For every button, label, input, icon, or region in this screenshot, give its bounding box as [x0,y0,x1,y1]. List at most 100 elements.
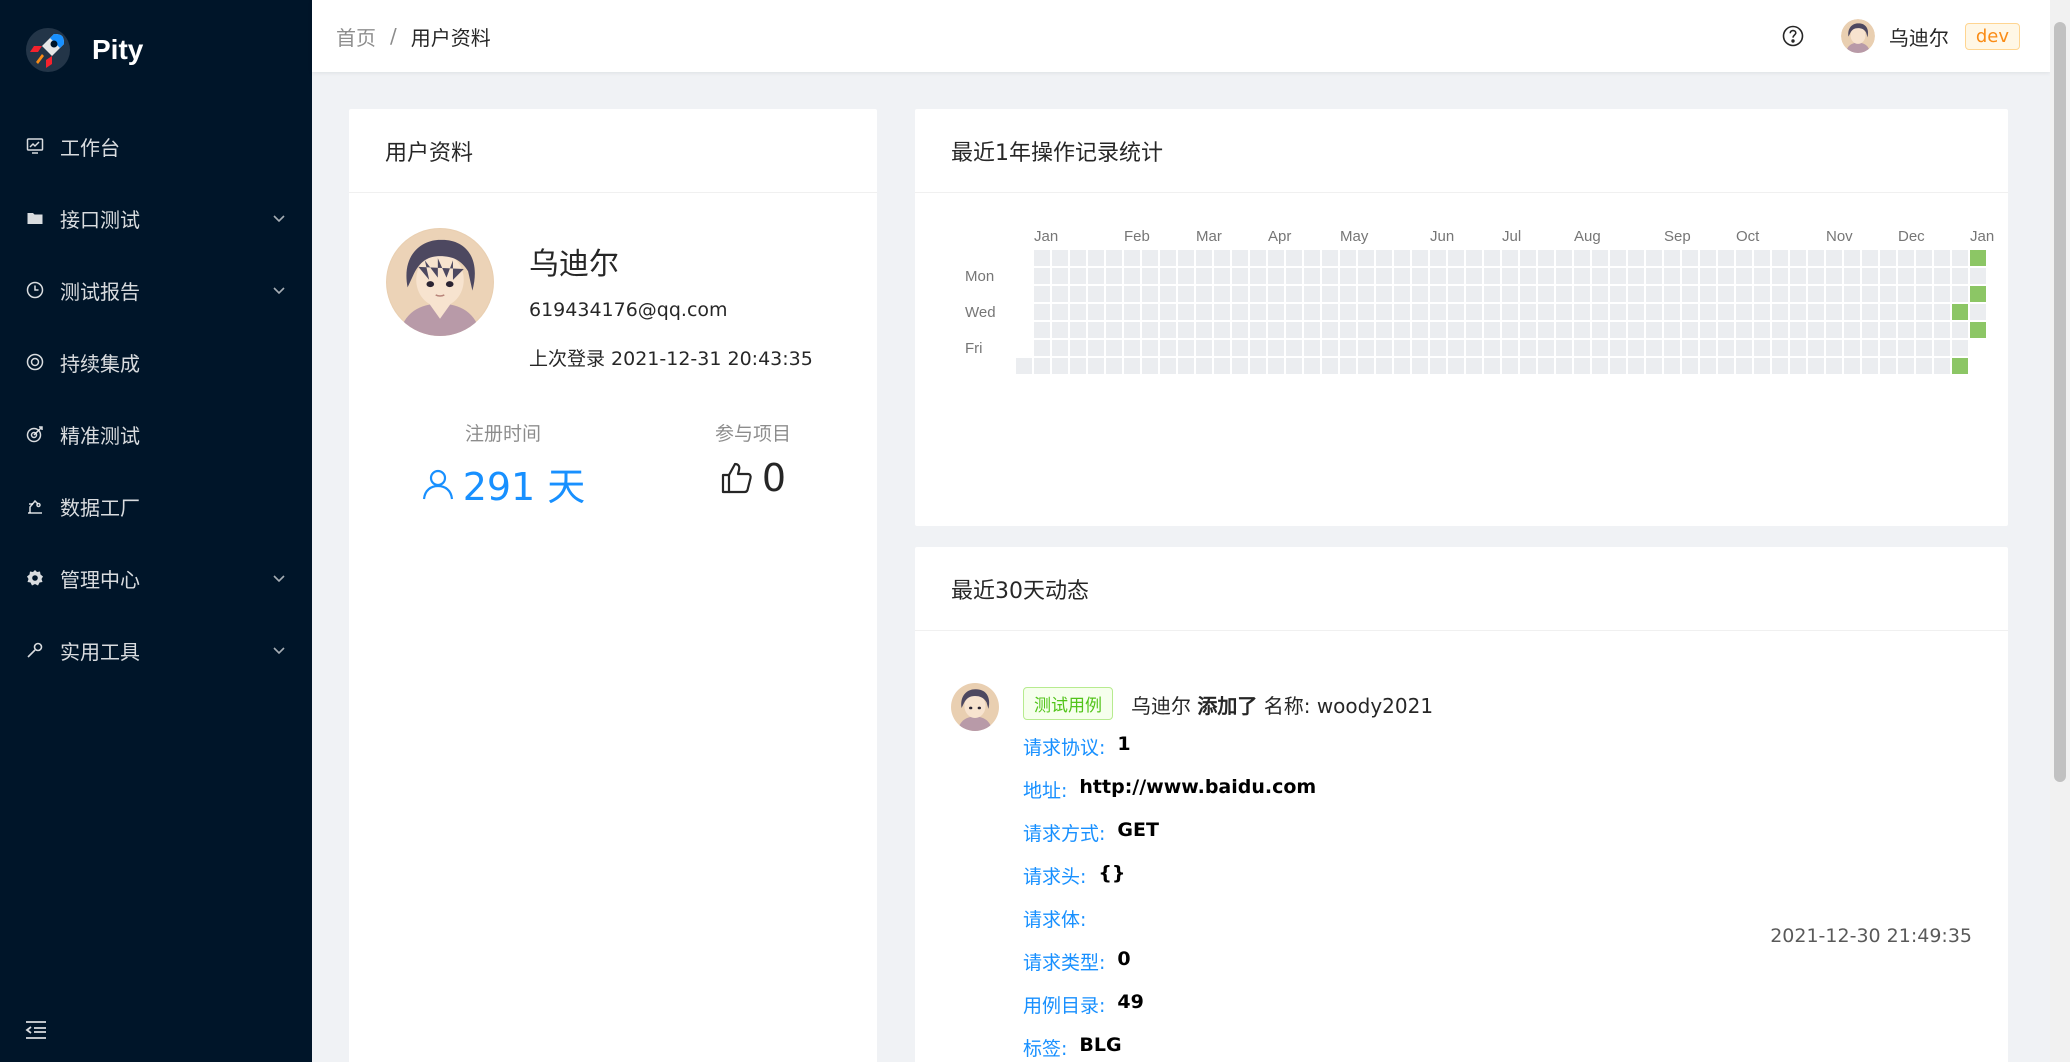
heatmap-cell[interactable] [1664,340,1680,356]
heatmap-cell[interactable] [1808,268,1824,284]
heatmap-cell[interactable] [1844,322,1860,338]
heatmap-cell[interactable] [1358,250,1374,266]
heatmap-cell[interactable] [1052,322,1068,338]
heatmap-cell[interactable] [1160,358,1176,374]
heatmap-cell[interactable] [1790,268,1806,284]
heatmap-cell[interactable] [1484,250,1500,266]
heatmap-cell[interactable] [1322,358,1338,374]
heatmap-cell[interactable] [1772,340,1788,356]
heatmap-cell[interactable] [1034,358,1050,374]
heatmap-cell[interactable] [1844,286,1860,302]
heatmap-cell[interactable] [1052,304,1068,320]
heatmap-cell[interactable] [1196,304,1212,320]
heatmap-cell[interactable] [1214,358,1230,374]
heatmap-cell[interactable] [1790,286,1806,302]
heatmap-cell[interactable] [1466,268,1482,284]
heatmap-cell[interactable] [1502,286,1518,302]
heatmap-cell[interactable] [1358,340,1374,356]
heatmap-cell[interactable] [1916,268,1932,284]
heatmap-cell[interactable] [1844,358,1860,374]
heatmap-cell[interactable] [1232,268,1248,284]
heatmap-cell[interactable] [1376,250,1392,266]
heatmap-cell[interactable] [1808,322,1824,338]
heatmap-cell[interactable] [1808,250,1824,266]
heatmap-cell[interactable] [1934,304,1950,320]
heatmap-cell[interactable] [1628,358,1644,374]
heatmap-cell[interactable] [1844,250,1860,266]
heatmap-cell[interactable] [1034,304,1050,320]
heatmap-cell[interactable] [1196,286,1212,302]
heatmap-cell[interactable] [1250,322,1266,338]
heatmap-cell[interactable] [1844,340,1860,356]
heatmap-cell[interactable] [1664,268,1680,284]
heatmap-cell[interactable] [1358,304,1374,320]
heatmap-cell[interactable] [1250,358,1266,374]
heatmap-cell[interactable] [1340,358,1356,374]
heatmap-cell[interactable] [1124,304,1140,320]
heatmap-cell[interactable] [1106,268,1122,284]
heatmap-cell[interactable] [1754,340,1770,356]
heatmap-cell[interactable] [1250,268,1266,284]
heatmap-cell[interactable] [1394,250,1410,266]
heatmap-cell[interactable] [1700,340,1716,356]
heatmap-cell[interactable] [1412,250,1428,266]
heatmap-cell[interactable] [1286,286,1302,302]
heatmap-cell[interactable] [1070,358,1086,374]
heatmap-cell[interactable] [1088,304,1104,320]
heatmap-cell[interactable] [1322,304,1338,320]
heatmap-cell[interactable] [1196,250,1212,266]
heatmap-cell[interactable] [1664,358,1680,374]
heatmap-cell[interactable] [1826,304,1842,320]
heatmap-cell[interactable] [1916,286,1932,302]
heatmap-cell[interactable] [1160,322,1176,338]
heatmap-cell[interactable] [1754,268,1770,284]
heatmap-cell[interactable] [1610,304,1626,320]
heatmap-cell[interactable] [1754,286,1770,302]
heatmap-cell[interactable] [1772,268,1788,284]
heatmap-cell[interactable] [1178,340,1194,356]
heatmap-cell[interactable] [1934,358,1950,374]
heatmap-cell[interactable] [1124,358,1140,374]
heatmap-cell[interactable] [1700,268,1716,284]
heatmap-cell[interactable] [1016,358,1032,374]
heatmap-cell[interactable] [1700,304,1716,320]
heatmap-cell[interactable] [1286,358,1302,374]
heatmap-cell[interactable] [1466,304,1482,320]
heatmap-cell[interactable] [1142,358,1158,374]
heatmap-cell[interactable] [1898,250,1914,266]
heatmap-cell[interactable] [1808,286,1824,302]
heatmap-cell[interactable] [1736,304,1752,320]
heatmap-cell[interactable] [1466,358,1482,374]
heatmap-cell[interactable] [1106,358,1122,374]
heatmap-cell[interactable] [1772,250,1788,266]
heatmap-cell[interactable] [1736,250,1752,266]
heatmap-cell[interactable] [1394,304,1410,320]
heatmap-cell[interactable] [1322,250,1338,266]
heatmap-cell[interactable] [1430,340,1446,356]
heatmap-cell[interactable] [1880,250,1896,266]
heatmap-cell[interactable] [1286,304,1302,320]
heatmap-cell[interactable] [1484,304,1500,320]
heatmap-cell[interactable] [1952,358,1968,374]
heatmap-cell[interactable] [1556,304,1572,320]
heatmap-cell[interactable] [1700,322,1716,338]
heatmap-cell[interactable] [1448,340,1464,356]
heatmap-cell[interactable] [1736,268,1752,284]
heatmap-cell[interactable] [1574,358,1590,374]
heatmap-cell[interactable] [1448,322,1464,338]
heatmap-cell[interactable] [1286,250,1302,266]
menu-fold-icon[interactable] [24,1018,48,1042]
heatmap-cell[interactable] [1178,286,1194,302]
breadcrumb-home[interactable]: 首页 [336,22,376,51]
heatmap-cell[interactable] [1484,286,1500,302]
heatmap-cell[interactable] [1628,268,1644,284]
heatmap-cell[interactable] [1070,322,1086,338]
heatmap-cell[interactable] [1340,304,1356,320]
heatmap-cell[interactable] [1412,322,1428,338]
heatmap-cell[interactable] [1898,322,1914,338]
heatmap-cell[interactable] [1952,304,1968,320]
heatmap-cell[interactable] [1538,322,1554,338]
heatmap-cell[interactable] [1466,286,1482,302]
heatmap-cell[interactable] [1700,286,1716,302]
heatmap-cell[interactable] [1916,322,1932,338]
